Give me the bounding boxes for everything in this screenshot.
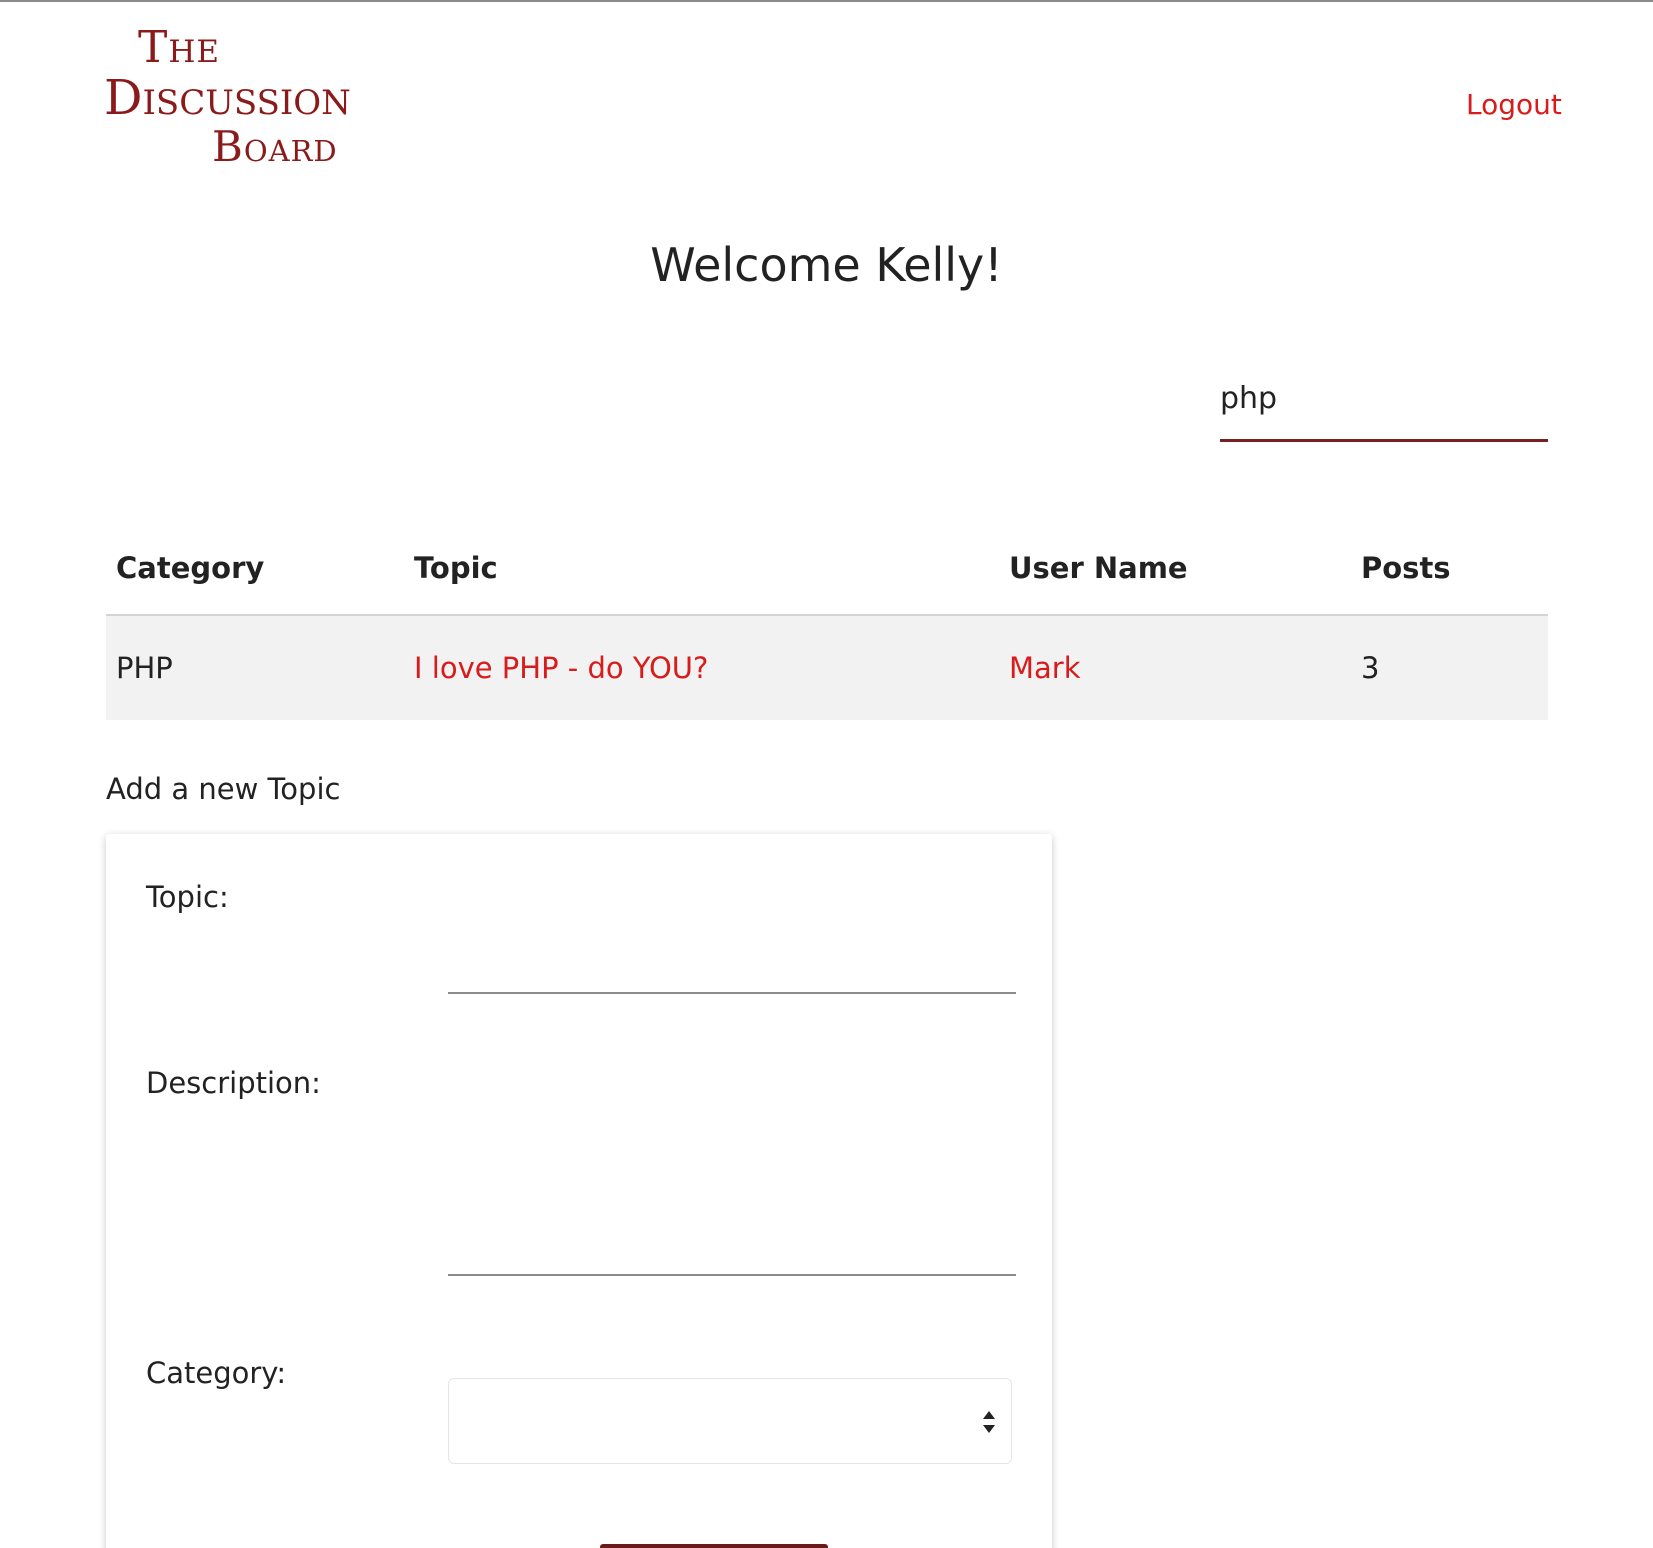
logo-line-2: Discussion xyxy=(104,70,351,126)
column-header-topic: Topic xyxy=(404,522,999,616)
topic-label: Topic: xyxy=(146,880,229,914)
logo-line-1: The xyxy=(138,22,221,73)
topics-table: Category Topic User Name Posts PHP I lov… xyxy=(106,522,1548,720)
cell-category: PHP xyxy=(106,615,404,720)
logout-link[interactable]: Logout xyxy=(1466,88,1562,121)
category-select[interactable] xyxy=(448,1378,1012,1464)
top-divider xyxy=(0,0,1653,2)
add-topic-heading: Add a new Topic xyxy=(106,772,341,806)
new-topic-form: Topic: Description: Category: xyxy=(106,834,1052,1548)
logo-line-3: Board xyxy=(212,122,338,171)
page: The Discussion Board Logout Welcome Kell… xyxy=(0,0,1653,1548)
submit-topic-button[interactable] xyxy=(600,1544,828,1548)
column-header-category: Category xyxy=(106,522,404,616)
sort-arrows-icon xyxy=(983,1411,995,1433)
cell-user: Mark xyxy=(999,615,1351,720)
topic-link[interactable]: I love PHP - do YOU? xyxy=(414,651,708,685)
description-label: Description: xyxy=(146,1066,321,1100)
search-input[interactable] xyxy=(1220,370,1548,442)
column-header-user-name: User Name xyxy=(999,522,1351,616)
site-logo[interactable]: The Discussion Board xyxy=(104,26,364,176)
description-field[interactable] xyxy=(448,1078,1016,1276)
column-header-posts: Posts xyxy=(1351,522,1548,616)
page-title: Welcome Kelly! xyxy=(650,238,1003,292)
category-label: Category: xyxy=(146,1356,287,1390)
topic-field[interactable] xyxy=(448,944,1016,994)
table-row: PHP I love PHP - do YOU? Mark 3 xyxy=(106,615,1548,720)
table-header-row: Category Topic User Name Posts xyxy=(106,522,1548,616)
cell-topic: I love PHP - do YOU? xyxy=(404,615,999,720)
cell-posts: 3 xyxy=(1351,615,1548,720)
user-link[interactable]: Mark xyxy=(1009,651,1081,685)
